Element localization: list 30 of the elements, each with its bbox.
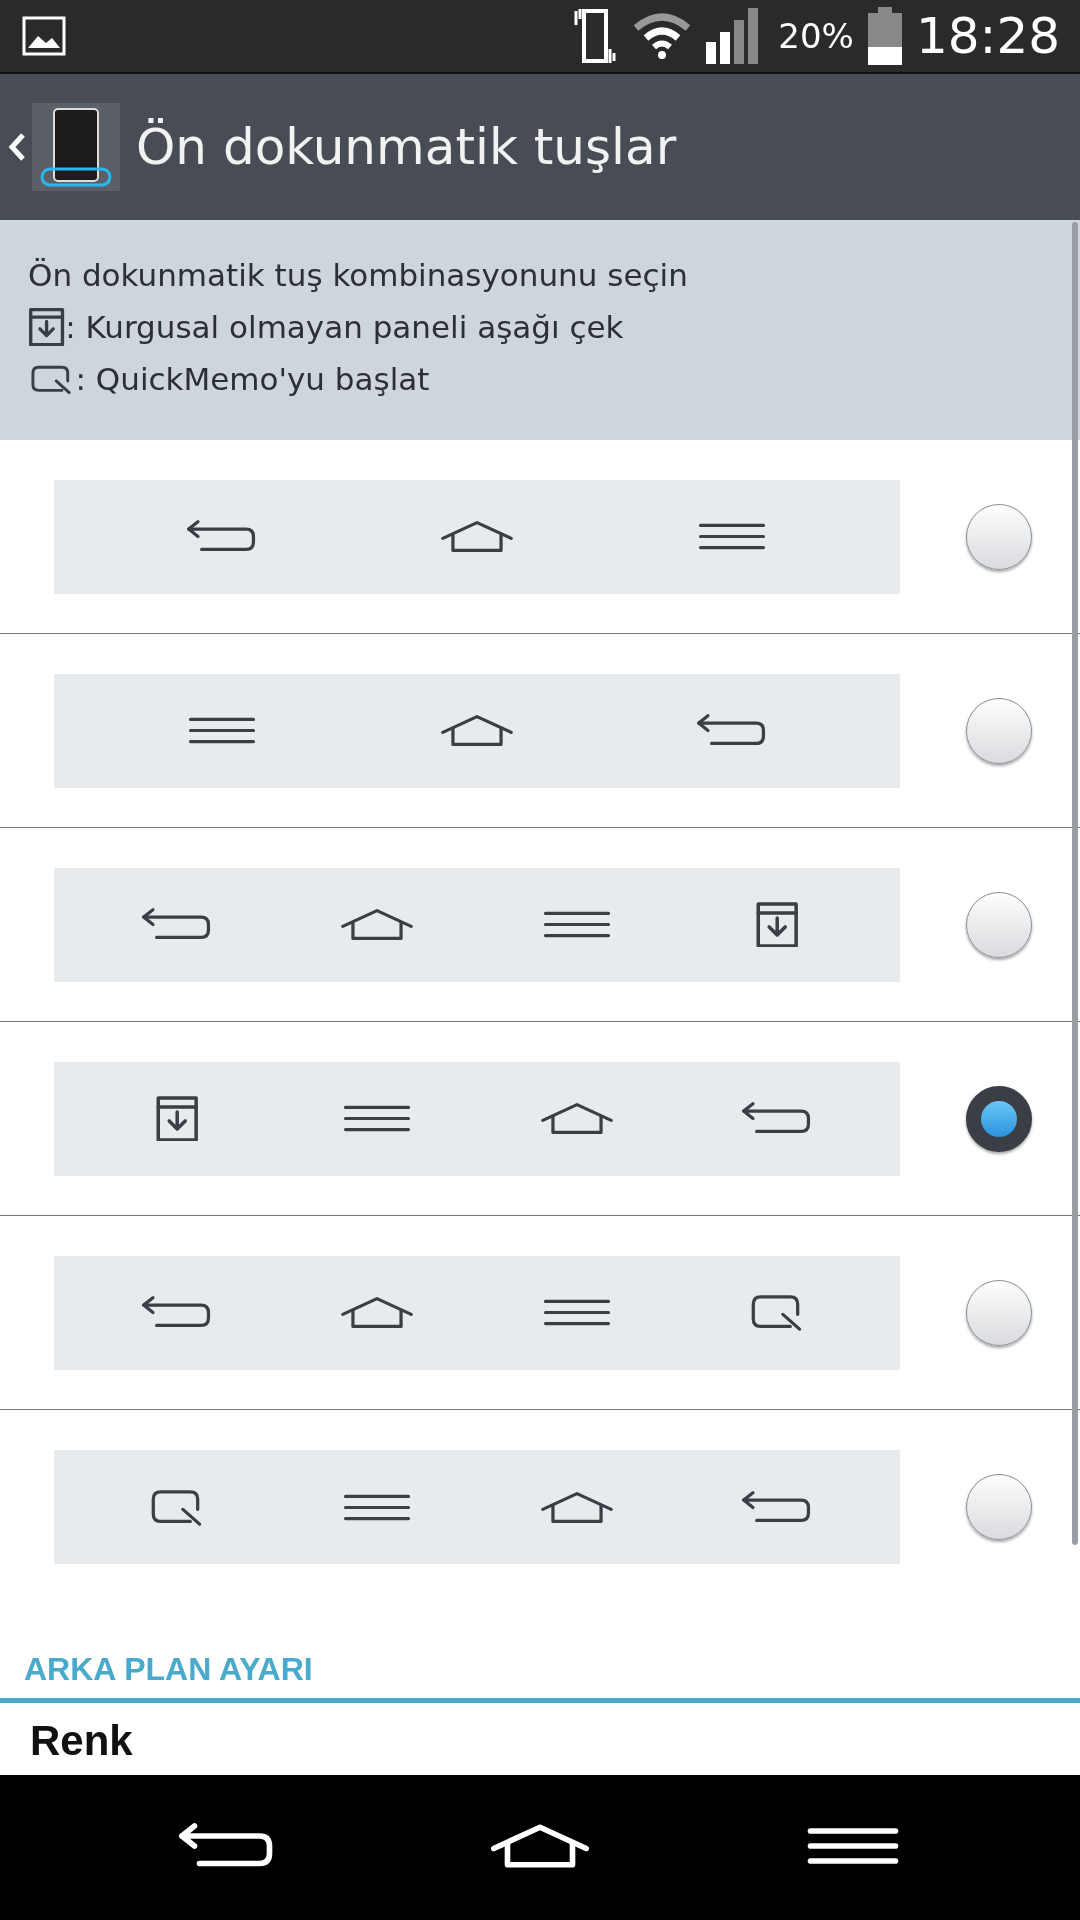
legend-text: : Kurgusal olmayan paneli aşağı çek bbox=[65, 308, 624, 347]
radio-button[interactable] bbox=[966, 1085, 1032, 1152]
home-icon bbox=[540, 1100, 614, 1137]
instruction-text: Ön dokunmatik tuş kombinasyonunu seçin bbox=[28, 256, 689, 295]
home-icon bbox=[440, 518, 514, 555]
clock: 18:28 bbox=[915, 7, 1060, 65]
setting-title: Renk bbox=[30, 1717, 133, 1764]
vibrate-icon bbox=[572, 7, 619, 65]
radio-button[interactable] bbox=[966, 1474, 1032, 1540]
back-button[interactable] bbox=[8, 103, 120, 191]
phone-icon bbox=[32, 103, 120, 191]
screen-title: Ön dokunmatik tuşlar bbox=[136, 118, 677, 176]
radio-button[interactable] bbox=[966, 891, 1032, 958]
wifi-icon bbox=[632, 12, 693, 60]
radio-button[interactable] bbox=[966, 1279, 1032, 1346]
radio-button[interactable] bbox=[966, 503, 1032, 570]
home-icon bbox=[440, 712, 514, 749]
chevron-icon bbox=[8, 132, 26, 162]
pull-down-icon bbox=[754, 901, 800, 948]
home-icon bbox=[340, 906, 414, 943]
pull-down-icon bbox=[28, 307, 66, 347]
battery-icon bbox=[867, 7, 902, 65]
home-nav-icon bbox=[490, 1821, 590, 1871]
home-icon bbox=[340, 1294, 414, 1331]
image-icon bbox=[22, 16, 66, 56]
legend-text: : QuickMemo'yu başlat bbox=[75, 360, 430, 399]
battery-percent: 20% bbox=[778, 16, 854, 56]
radio-button[interactable] bbox=[966, 697, 1032, 764]
pull-down-icon bbox=[154, 1095, 200, 1142]
section-header: ARKA PLAN AYARI bbox=[24, 1650, 313, 1688]
